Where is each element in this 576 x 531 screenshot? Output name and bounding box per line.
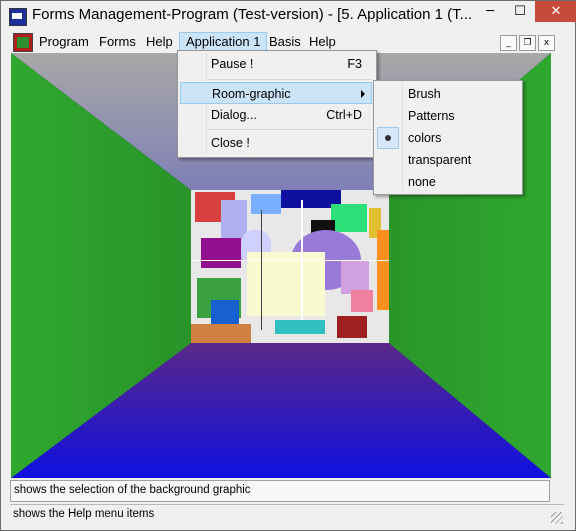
menu-program[interactable]: Program bbox=[33, 32, 95, 52]
menu-item-dialog-label: Dialog... bbox=[211, 108, 257, 122]
resize-grip-icon[interactable] bbox=[551, 512, 563, 524]
menu-bar: Program Forms Help Application 1 Basis H… bbox=[9, 32, 561, 52]
window-title: Forms Management-Program (Test-version) … bbox=[32, 6, 472, 23]
menu-item-pause-shortcut: F3 bbox=[347, 57, 362, 71]
menu-item-close[interactable]: Close ! bbox=[180, 132, 372, 154]
menu-basis[interactable]: Basis bbox=[263, 32, 307, 52]
mdi-close-button[interactable]: x bbox=[538, 35, 555, 51]
mdi-child-icon[interactable] bbox=[13, 33, 33, 52]
submenu-item-brush[interactable]: Brush bbox=[376, 83, 518, 105]
mdi-minimize-button[interactable]: _ bbox=[500, 35, 517, 51]
submenu-item-colors-label: colors bbox=[408, 131, 442, 145]
room-graphic-submenu: Brush Patterns colors transparent none bbox=[373, 80, 523, 195]
submenu-arrow-icon bbox=[361, 90, 365, 98]
submenu-item-none[interactable]: none bbox=[376, 171, 518, 193]
maximize-button[interactable]: ☐ bbox=[505, 1, 535, 22]
menu-item-pause-label: Pause ! bbox=[211, 57, 254, 71]
minimize-button[interactable]: ─ bbox=[475, 1, 505, 22]
submenu-item-transparent[interactable]: transparent bbox=[376, 149, 518, 171]
menu-item-close-label: Close ! bbox=[211, 136, 250, 150]
title-bar[interactable]: Forms Management-Program (Test-version) … bbox=[1, 1, 576, 31]
status-panel-primary: shows the selection of the background gr… bbox=[10, 480, 550, 502]
status-bar: shows the Help menu items bbox=[10, 504, 564, 525]
menu-separator bbox=[208, 129, 372, 130]
status-text-help: shows the Help menu items bbox=[13, 508, 155, 520]
mdi-window-controls: _ ❐ x bbox=[498, 34, 555, 51]
menu-application-1[interactable]: Application 1 bbox=[179, 32, 268, 52]
submenu-item-transparent-label: transparent bbox=[408, 153, 472, 167]
submenu-item-patterns[interactable]: Patterns bbox=[376, 105, 518, 127]
menu-forms[interactable]: Forms bbox=[93, 32, 142, 52]
menu-item-pause[interactable]: Pause ! F3 bbox=[180, 53, 372, 75]
submenu-item-brush-label: Brush bbox=[408, 87, 441, 101]
menu-separator bbox=[208, 79, 372, 80]
app-icon[interactable] bbox=[9, 8, 27, 26]
mdi-restore-button[interactable]: ❐ bbox=[519, 35, 536, 51]
menu-help-2[interactable]: Help bbox=[303, 32, 342, 52]
submenu-item-colors[interactable]: colors bbox=[376, 127, 518, 149]
close-button[interactable]: ✕ bbox=[535, 1, 576, 22]
menu-item-dialog[interactable]: Dialog... Ctrl+D bbox=[180, 104, 372, 126]
menu-item-room-graphic-label: Room-graphic bbox=[212, 87, 291, 101]
menu-item-dialog-shortcut: Ctrl+D bbox=[326, 108, 362, 122]
submenu-item-patterns-label: Patterns bbox=[408, 109, 455, 123]
radio-check-icon bbox=[377, 127, 399, 149]
menu-item-room-graphic[interactable]: Room-graphic bbox=[180, 82, 372, 104]
menu-help[interactable]: Help bbox=[140, 32, 179, 52]
room-back-wall bbox=[191, 190, 389, 343]
application-1-dropdown: Pause ! F3 Room-graphic Dialog... Ctrl+D… bbox=[177, 50, 377, 158]
status-text-background: shows the selection of the background gr… bbox=[14, 484, 251, 496]
submenu-item-none-label: none bbox=[408, 175, 436, 189]
